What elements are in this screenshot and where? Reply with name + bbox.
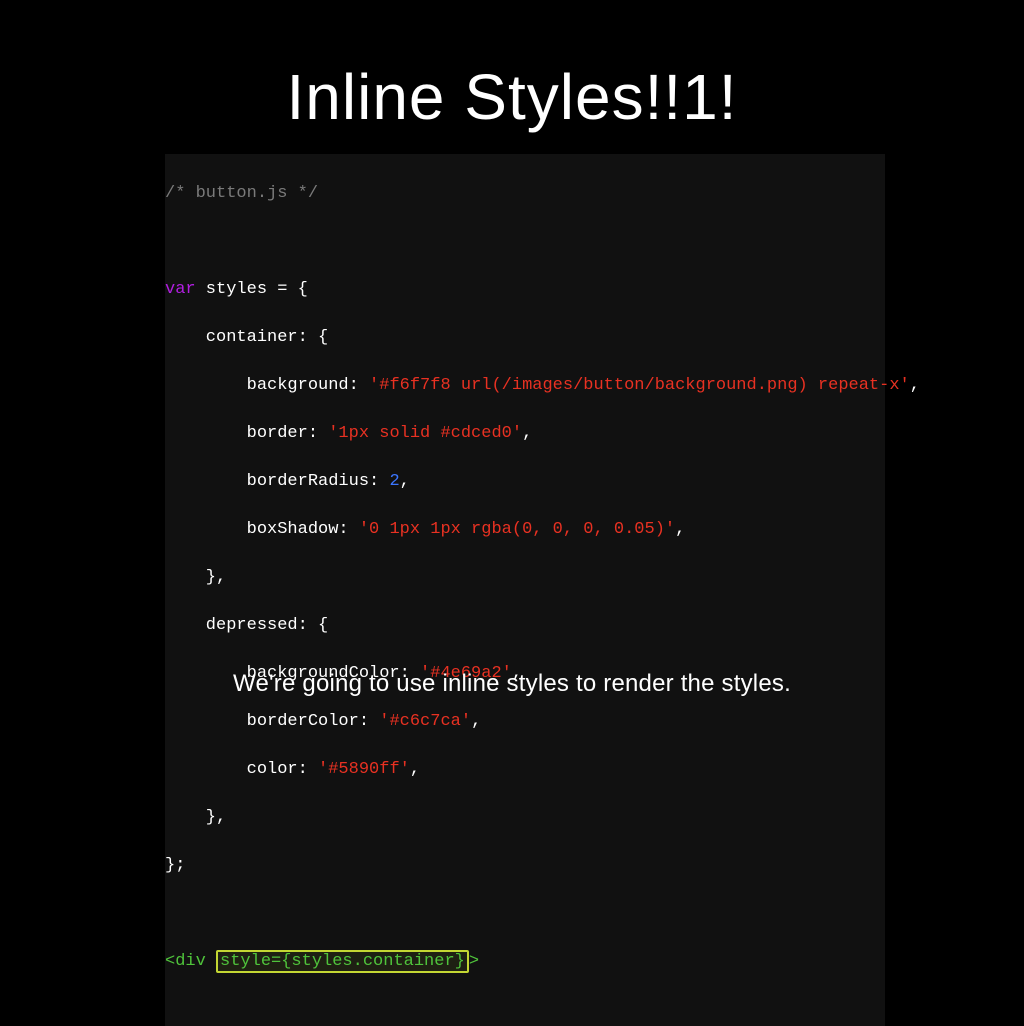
code-text: };	[165, 856, 185, 875]
code-text: container: {	[165, 328, 328, 347]
slide-caption: We're going to use inline styles to rend…	[0, 670, 1024, 698]
code-text: boxShadow:	[165, 520, 359, 539]
code-string: '0 1px 1px rgba(0, 0, 0, 0.05)'	[359, 520, 675, 539]
code-text: depressed: {	[165, 616, 328, 635]
code-comment: /* button.js */	[165, 184, 318, 203]
code-text: background:	[165, 376, 369, 395]
code-block: /* button.js */ var styles = { container…	[165, 154, 885, 1026]
slide: Inline Styles!!1! /* button.js */ var st…	[0, 0, 1024, 768]
code-text: color:	[165, 760, 318, 779]
code-text: borderColor:	[165, 712, 379, 731]
slide-title: Inline Styles!!1!	[287, 60, 738, 134]
code-string: '#c6c7ca'	[379, 712, 471, 731]
code-number: 2	[389, 472, 399, 491]
code-text: },	[165, 808, 226, 827]
code-text: },	[165, 568, 226, 587]
code-jsx-close: >	[469, 952, 479, 971]
code-string: '#5890ff'	[318, 760, 410, 779]
code-string: '#f6f7f8 url(/images/button/background.p…	[369, 376, 910, 395]
highlight-box: style={styles.container}	[216, 950, 469, 973]
code-text: borderRadius:	[165, 472, 389, 491]
code-text: styles = {	[196, 280, 308, 299]
code-jsx-open: <div	[165, 952, 216, 971]
code-string: '1px solid #cdced0'	[328, 424, 522, 443]
code-keyword-var: var	[165, 280, 196, 299]
code-jsx-attr: style={styles.container}	[220, 952, 465, 971]
code-text: border:	[165, 424, 328, 443]
